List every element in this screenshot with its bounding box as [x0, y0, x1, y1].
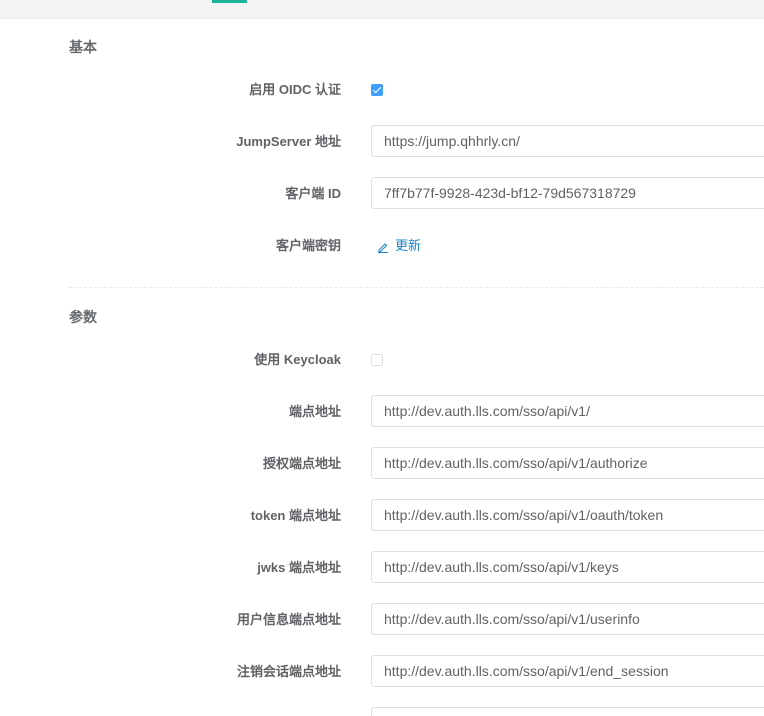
jwks-endpoint-label: jwks 端点地址: [257, 560, 341, 575]
next-partial-input[interactable]: [371, 707, 764, 716]
section-title-params: 参数: [69, 309, 97, 325]
section-title-basic: 基本: [69, 39, 97, 55]
form-row-next-partial: [0, 707, 764, 716]
top-tab-bar: [0, 0, 764, 19]
jumpserver-url-input[interactable]: [371, 125, 764, 157]
update-secret-label: 更新: [395, 238, 422, 253]
client-id-input[interactable]: [371, 177, 764, 209]
form-row-endpoint: 端点地址: [0, 395, 764, 429]
jumpserver-url-label: JumpServer 地址: [236, 134, 341, 149]
form-row-client-secret: 客户端密钥 更新: [0, 229, 764, 263]
enable-oidc-label: 启用 OIDC 认证: [249, 82, 341, 97]
form-row-end-session-endpoint: 注销会话端点地址: [0, 655, 764, 689]
enable-oidc-checkbox[interactable]: [371, 84, 383, 96]
jwks-endpoint-input[interactable]: [371, 551, 764, 583]
client-secret-label: 客户端密钥: [275, 238, 341, 253]
form-row-token-endpoint: token 端点地址: [0, 499, 764, 533]
use-keycloak-label: 使用 Keycloak: [254, 352, 341, 367]
use-keycloak-checkbox[interactable]: [371, 354, 383, 366]
form-row-userinfo-endpoint: 用户信息端点地址: [0, 603, 764, 637]
token-endpoint-input[interactable]: [371, 499, 764, 531]
update-secret-button[interactable]: 更新: [377, 229, 421, 263]
section-divider: [69, 287, 764, 288]
endpoint-label: 端点地址: [288, 404, 341, 419]
authorize-endpoint-label: 授权端点地址: [262, 456, 341, 471]
edit-icon: [378, 242, 388, 253]
client-id-label: 客户端 ID: [285, 186, 341, 201]
token-endpoint-label: token 端点地址: [250, 508, 341, 523]
end-session-endpoint-label: 注销会话端点地址: [236, 664, 341, 679]
form-row-jwks-endpoint: jwks 端点地址: [0, 551, 764, 585]
form-row-client-id: 客户端 ID: [0, 177, 764, 211]
endpoint-input[interactable]: [371, 395, 764, 427]
form-row-jumpserver-url: JumpServer 地址: [0, 125, 764, 159]
form-row-use-keycloak: 使用 Keycloak: [0, 343, 764, 377]
form-row-authorize-endpoint: 授权端点地址: [0, 447, 764, 481]
userinfo-endpoint-label: 用户信息端点地址: [236, 612, 341, 627]
userinfo-endpoint-input[interactable]: [371, 603, 764, 635]
authorize-endpoint-input[interactable]: [371, 447, 764, 479]
active-tab-indicator: [212, 0, 247, 3]
form-row-enable-oidc: 启用 OIDC 认证: [0, 73, 764, 107]
end-session-endpoint-input[interactable]: [371, 655, 764, 687]
